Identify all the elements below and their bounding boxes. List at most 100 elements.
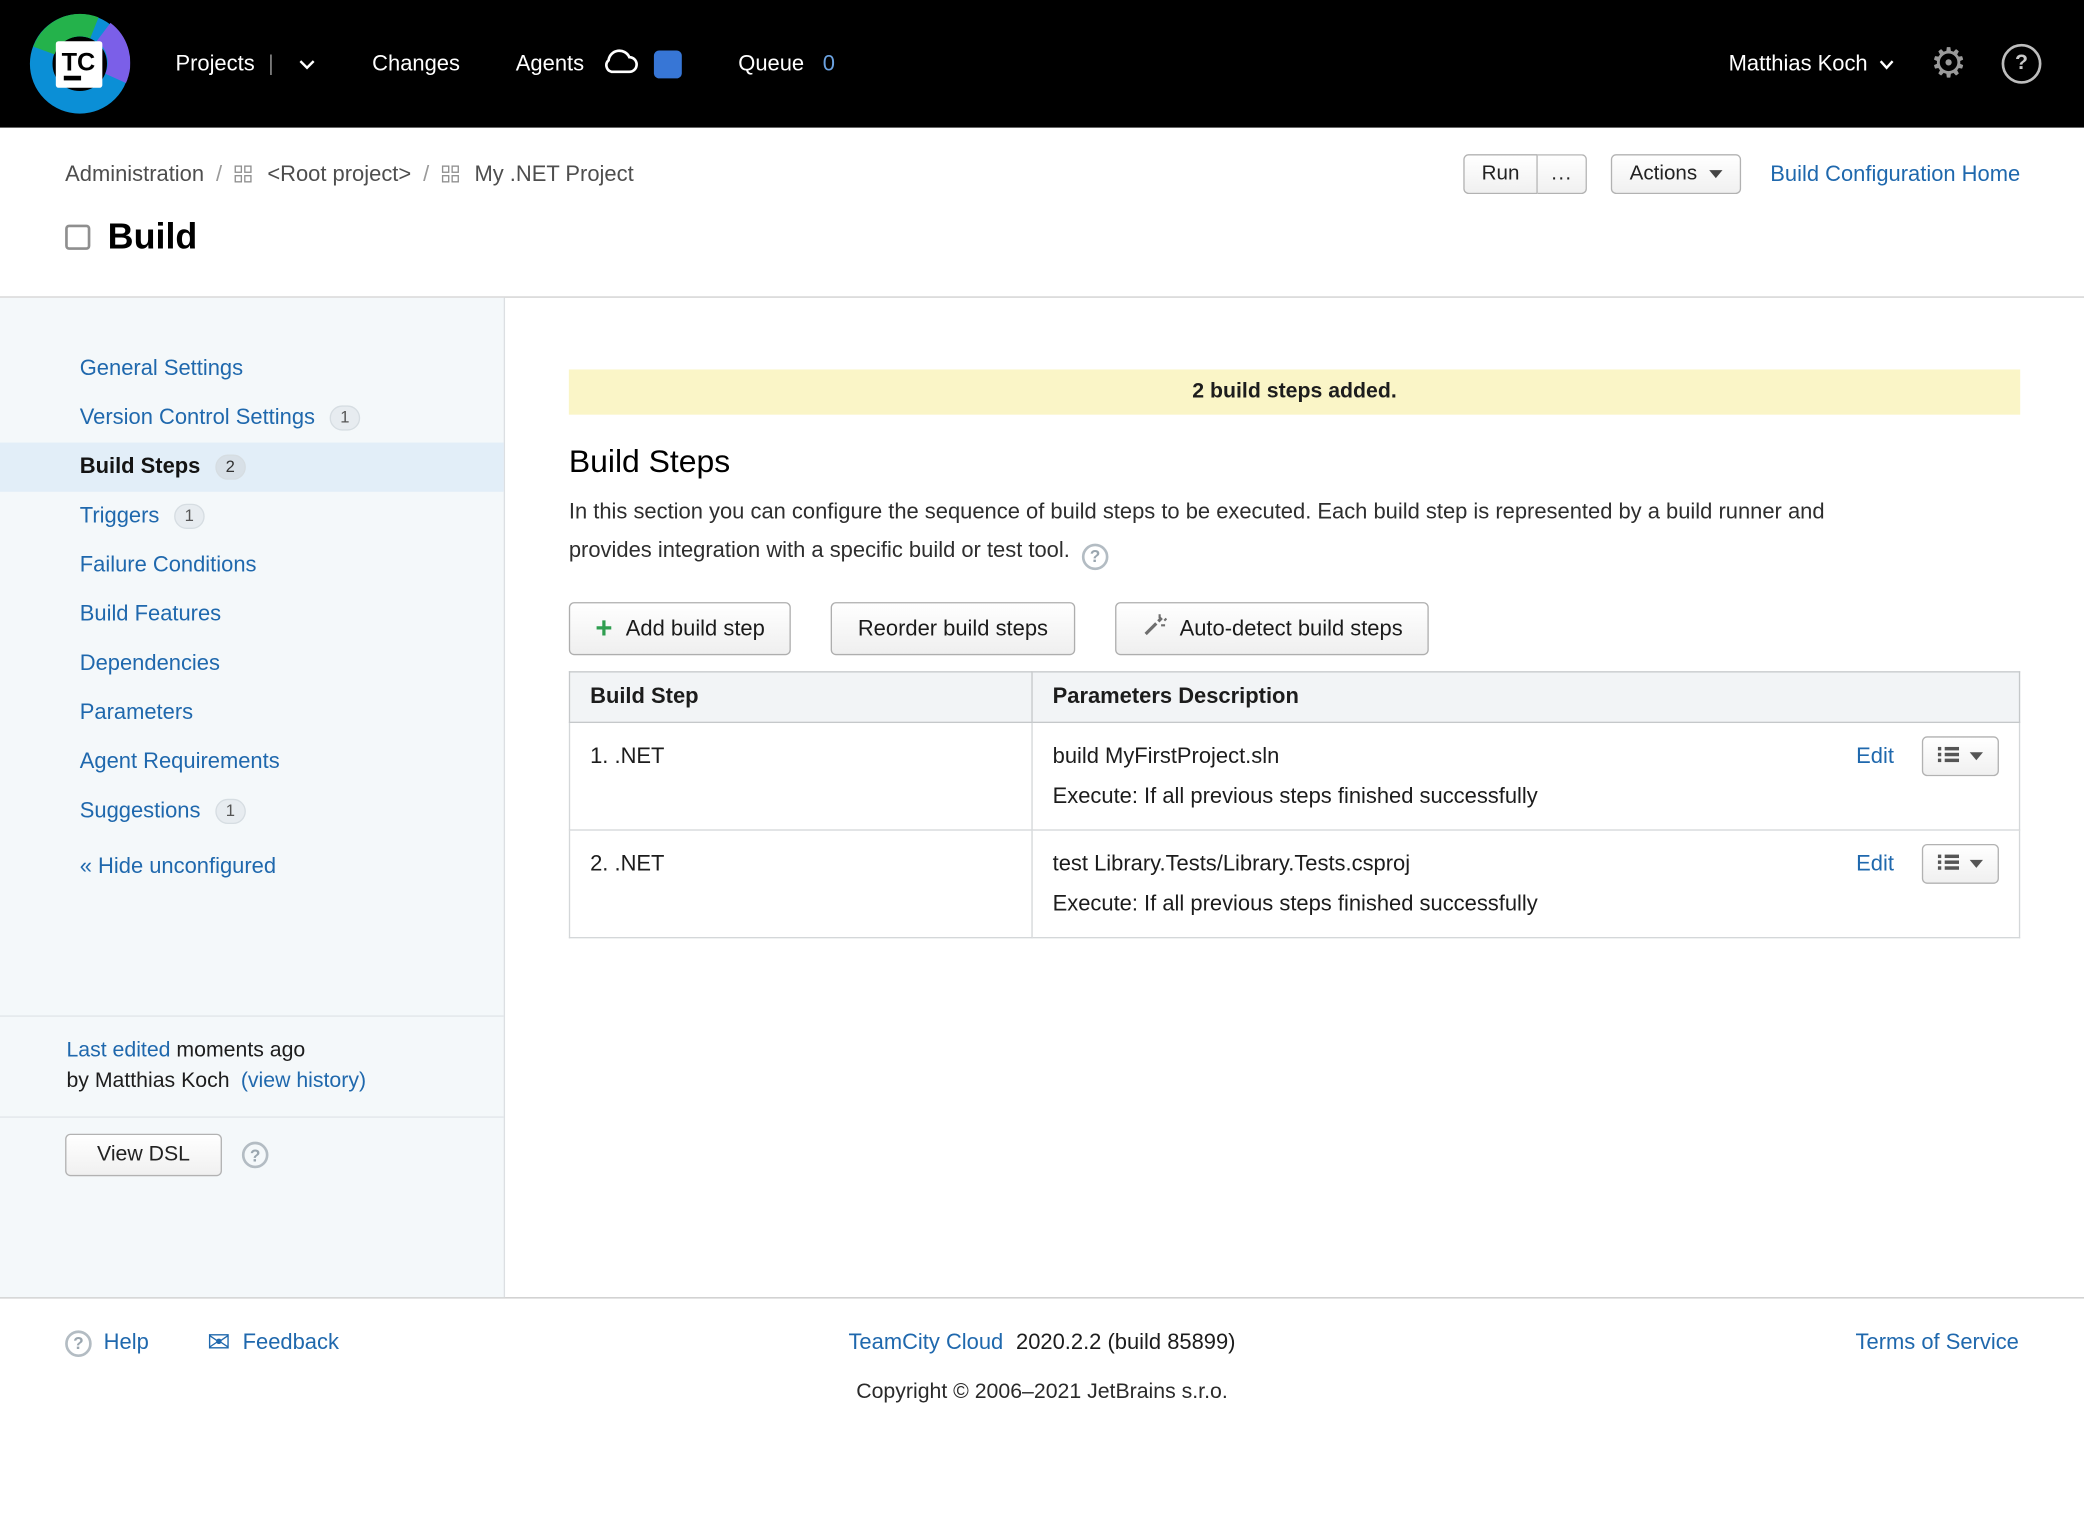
page-header: Administration / <Root project> / My — [0, 128, 2084, 298]
build-configuration-home-link[interactable]: Build Configuration Home — [1770, 161, 2020, 186]
breadcrumb-current-project: My .NET Project — [474, 161, 633, 186]
caret-down-icon — [1970, 752, 1983, 760]
nav-changes[interactable]: Changes — [372, 51, 460, 76]
breadcrumb-separator: / — [216, 161, 222, 186]
agents-count-badge — [655, 50, 683, 78]
build-config-pause-checkbox-icon[interactable] — [65, 225, 90, 250]
content: General Settings Version Control Setting… — [0, 298, 2084, 1297]
caret-down-icon — [1709, 170, 1722, 178]
breadcrumb-administration[interactable]: Administration — [65, 161, 204, 186]
step-parameters: test Library.Tests/Library.Tests.csproj … — [1053, 844, 1830, 924]
actions-label: Actions — [1630, 162, 1698, 186]
view-history-link[interactable]: (view history) — [241, 1070, 366, 1093]
build-steps-help-icon[interactable]: ? — [1082, 543, 1109, 570]
toolbar: Run ... Actions Build Configuration Home — [1463, 154, 2020, 194]
sidebar-item-general-settings[interactable]: General Settings — [0, 344, 504, 393]
sidebar-item-triggers[interactable]: Triggers 1 — [0, 492, 504, 541]
nav-queue[interactable]: Queue 0 — [738, 51, 835, 76]
sidebar-item-label: Dependencies — [80, 651, 220, 676]
actions-button[interactable]: Actions — [1611, 154, 1741, 194]
top-bar-right: Matthias Koch ⚙ ? — [1729, 43, 2042, 84]
settings-sidebar: General Settings Version Control Setting… — [0, 298, 505, 1297]
nav-changes-label: Changes — [372, 51, 460, 76]
run-button[interactable]: Run — [1463, 154, 1538, 194]
list-icon — [1938, 744, 1959, 769]
last-edited-link[interactable]: Last edited — [66, 1039, 170, 1062]
edit-step-link[interactable]: Edit — [1856, 736, 1894, 776]
step-parameters: build MyFirstProject.sln Execute: If all… — [1053, 736, 1830, 816]
sidebar-item-build-features[interactable]: Build Features — [0, 590, 504, 639]
table-row: 2. .NET test Library.Tests/Library.Tests… — [570, 830, 2020, 938]
step-execute-policy: Execute: If all previous steps finished … — [1053, 776, 1830, 816]
build-step-actions: + Add build step Reorder build steps Aut… — [569, 602, 2020, 655]
nav-agents-label: Agents — [516, 51, 584, 76]
run-button-group: Run ... — [1463, 154, 1587, 194]
count-badge: 1 — [215, 799, 246, 824]
sidebar-item-label: General Settings — [80, 356, 243, 381]
teamcity-cloud-link[interactable]: TeamCity Cloud — [848, 1330, 1003, 1354]
column-header-build-step: Build Step — [570, 672, 1033, 723]
auto-detect-build-steps-button[interactable]: Auto-detect build steps — [1114, 602, 1429, 655]
sidebar-item-dependencies[interactable]: Dependencies — [0, 639, 504, 688]
sidebar-item-parameters[interactable]: Parameters — [0, 688, 504, 737]
sidebar-item-label: Triggers — [80, 504, 160, 529]
user-name: Matthias Koch — [1729, 51, 1868, 76]
gear-icon[interactable]: ⚙ — [1930, 43, 1967, 84]
breadcrumb-root-project[interactable]: <Root project> — [267, 161, 411, 186]
list-icon — [1938, 851, 1959, 876]
sidebar-item-failure-conditions[interactable]: Failure Conditions — [0, 541, 504, 590]
sidebar-item-build-steps[interactable]: Build Steps 2 — [0, 443, 504, 492]
nav-projects[interactable]: Projects | — [175, 51, 316, 78]
nav-agents[interactable]: Agents — [516, 45, 683, 82]
add-build-step-button[interactable]: + Add build step — [569, 602, 792, 655]
sidebar-item-version-control-settings[interactable]: Version Control Settings 1 — [0, 393, 504, 442]
step-menu-button[interactable] — [1922, 844, 1999, 884]
description-text: In this section you can configure the se… — [569, 500, 1825, 562]
nav-queue-label: Queue — [738, 51, 804, 76]
copyright-text: Copyright © 2006–2021 JetBrains s.r.o. — [65, 1381, 2019, 1405]
user-menu[interactable]: Matthias Koch — [1729, 51, 1896, 76]
step-menu-button[interactable] — [1922, 736, 1999, 776]
last-edited-block: Last edited moments ago by Matthias Koch… — [0, 1015, 504, 1116]
sidebar-item-label: Build Features — [80, 602, 221, 627]
section-description: In this section you can configure the se… — [569, 493, 1845, 570]
edit-step-link[interactable]: Edit — [1856, 844, 1894, 884]
run-more-button[interactable]: ... — [1538, 154, 1587, 194]
magic-wand-icon — [1141, 613, 1166, 645]
sidebar-item-agent-requirements[interactable]: Agent Requirements — [0, 738, 504, 787]
chevron-down-icon — [1878, 51, 1895, 76]
footer: ? Help ✉ Feedback TeamCity Cloud 2020.2.… — [0, 1297, 2084, 1520]
build-steps-table: Build Step Parameters Description 1. .NE… — [569, 671, 2020, 938]
sidebar-item-label: Agent Requirements — [80, 750, 280, 775]
column-header-parameters-description: Parameters Description — [1032, 672, 2020, 723]
main-nav: Projects | Changes Agents Queue — [175, 45, 834, 82]
page-title: Build — [108, 217, 198, 258]
sidebar-item-suggestions[interactable]: Suggestions 1 — [0, 787, 504, 836]
count-badge: 2 — [215, 455, 246, 480]
plus-icon: + — [595, 614, 612, 643]
help-icon[interactable]: ? — [2002, 44, 2042, 84]
edited-by: by Matthias Koch — [66, 1070, 229, 1093]
sidebar-item-label: Build Steps — [80, 455, 201, 480]
main-panel: 2 build steps added. Build Steps In this… — [505, 298, 2084, 1297]
teamcity-logo-icon[interactable]: TC — [29, 13, 130, 114]
count-badge: 1 — [330, 405, 361, 430]
sidebar-item-label: Suggestions — [80, 799, 201, 824]
step-name-cell: 1. .NET — [570, 722, 1033, 830]
success-banner: 2 build steps added. — [569, 369, 2020, 414]
caret-down-icon — [1970, 860, 1983, 868]
breadcrumb-separator: / — [423, 161, 429, 186]
auto-detect-label: Auto-detect build steps — [1180, 616, 1403, 641]
add-build-step-label: Add build step — [626, 616, 765, 641]
nav-divider: | — [268, 51, 274, 78]
dsl-help-icon[interactable]: ? — [242, 1142, 269, 1169]
sidebar-item-label: Parameters — [80, 700, 193, 725]
section-heading: Build Steps — [569, 444, 2020, 481]
queue-count: 0 — [823, 51, 835, 76]
view-dsl-button[interactable]: View DSL — [65, 1134, 222, 1177]
footer-version: TeamCity Cloud 2020.2.2 (build 85899) — [65, 1330, 2019, 1355]
sidebar-item-label: Failure Conditions — [80, 553, 257, 578]
hide-unconfigured-link[interactable]: « Hide unconfigured — [0, 855, 504, 880]
top-bar: TC Projects | Changes Agents — [0, 0, 2084, 128]
reorder-build-steps-button[interactable]: Reorder build steps — [831, 602, 1074, 655]
